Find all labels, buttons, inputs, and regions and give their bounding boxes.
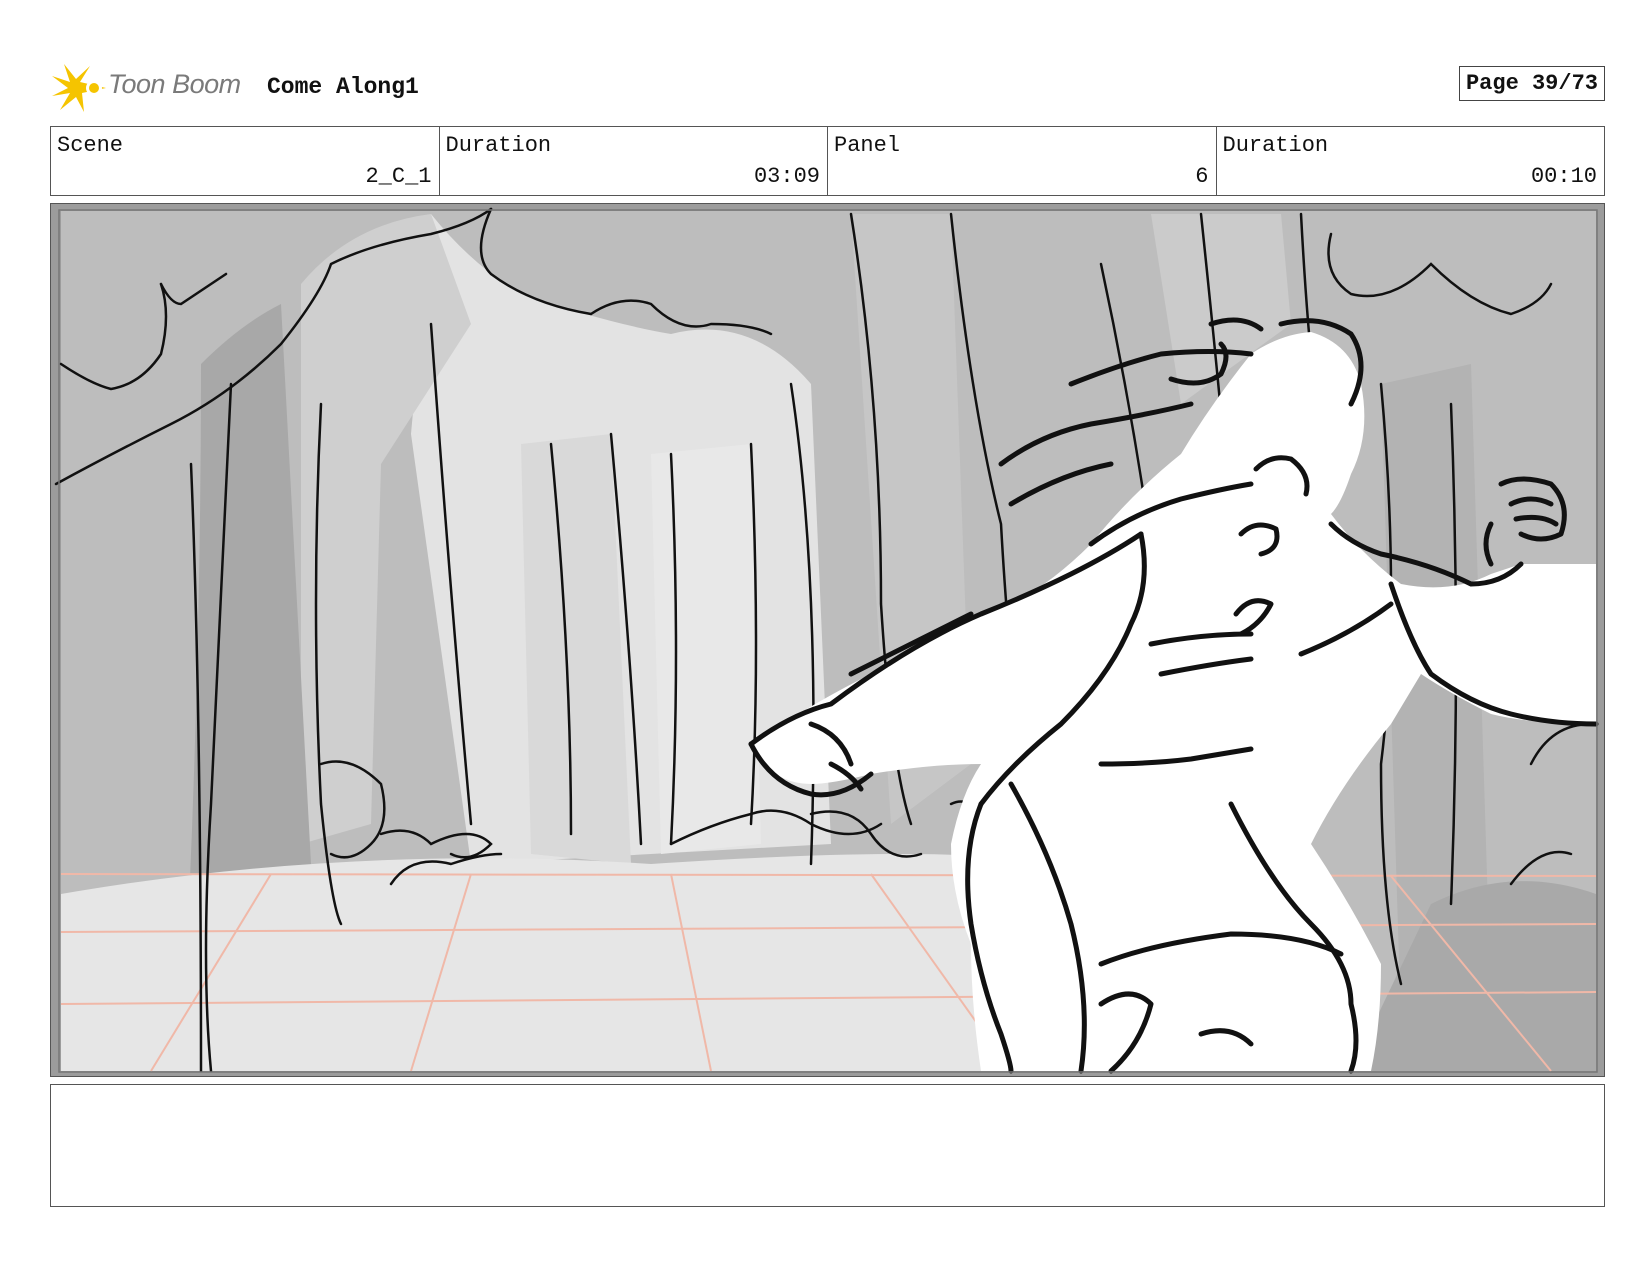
page-indicator: Page 39/73 (1458, 66, 1605, 101)
panel-duration-value: 00:10 (1530, 164, 1597, 189)
storyboard-panel (50, 203, 1605, 1077)
starburst-icon (52, 64, 106, 112)
scene-duration-cell: Duration 03:09 (440, 127, 828, 195)
scene-duration-label: Duration (445, 133, 552, 158)
panel-duration-label: Duration (1222, 133, 1329, 158)
scene-value: 2_C_1 (365, 164, 432, 189)
storyboard-sketch-image (51, 204, 1604, 1076)
scene-label: Scene (57, 133, 124, 158)
scene-info-table: Scene 2_C_1 Duration 03:09 Panel 6 Durat… (50, 126, 1605, 196)
project-title: Come Along1 (267, 74, 419, 100)
scene-cell: Scene 2_C_1 (51, 127, 440, 195)
toon-boom-logo: Toon Boom (50, 60, 250, 112)
panel-value: 6 (1195, 164, 1209, 189)
page-header: Toon Boom Come Along1 Page 39/73 (50, 60, 1605, 112)
panel-notes-box[interactable] (50, 1084, 1605, 1207)
logo-text: Toon Boom (108, 69, 241, 99)
panel-label: Panel (834, 133, 901, 158)
scene-duration-value: 03:09 (753, 164, 820, 189)
panel-cell: Panel 6 (828, 127, 1217, 195)
panel-duration-cell: Duration 00:10 (1217, 127, 1605, 195)
